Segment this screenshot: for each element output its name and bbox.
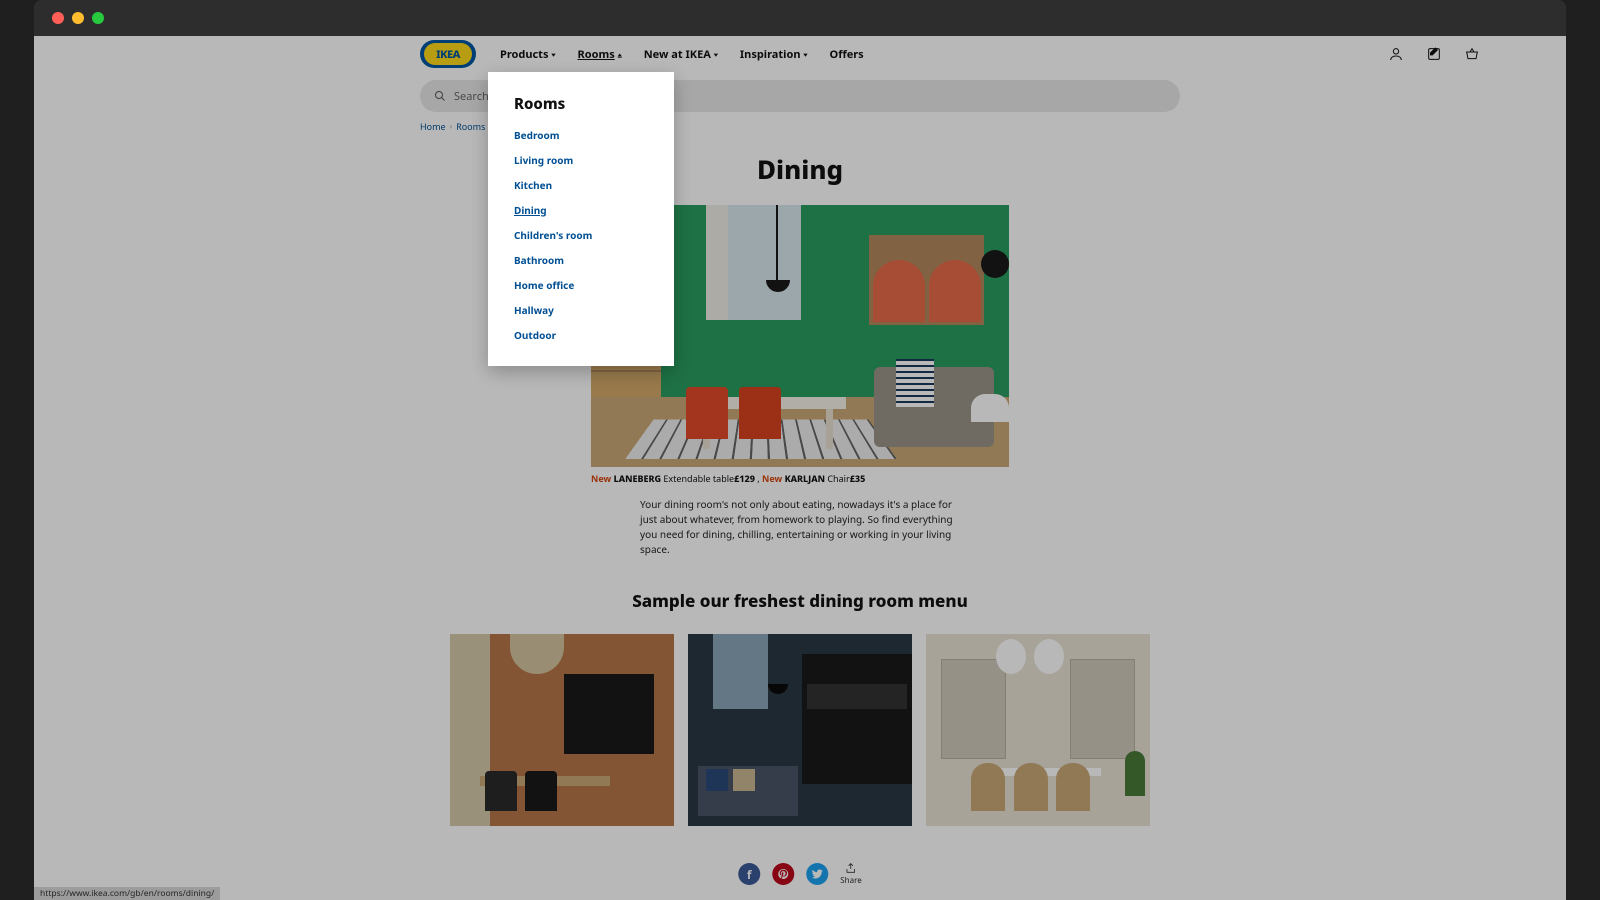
dropdown-item-bedroom[interactable]: Bedroom — [514, 128, 648, 142]
search-icon — [434, 90, 446, 102]
nav-rooms[interactable]: Rooms▴ — [578, 47, 622, 62]
dropdown-item-dining[interactable]: Dining — [514, 203, 648, 217]
main-nav: Products▾ Rooms▴ New at IKEA▾ Inspiratio… — [500, 47, 864, 62]
chevron-down-icon: ▾ — [714, 50, 718, 58]
chevron-right-icon: › — [450, 121, 452, 132]
basket-icon[interactable] — [1464, 46, 1480, 62]
chevron-down-icon: ▾ — [551, 50, 555, 58]
card-grid — [450, 634, 1150, 826]
pinterest-share-button[interactable] — [772, 863, 794, 885]
account-icon[interactable] — [1388, 46, 1404, 62]
room-card[interactable] — [450, 634, 674, 826]
breadcrumb-rooms[interactable]: Rooms — [456, 120, 485, 133]
status-bar-url: https://www.ikea.com/gb/en/rooms/dining/ — [34, 887, 220, 900]
window-minimize-icon[interactable] — [72, 12, 84, 24]
share-bar: f Share — [738, 862, 861, 886]
twitter-share-button[interactable] — [806, 863, 828, 885]
site-header: IKEA Products▾ Rooms▴ New at IKEA▾ Inspi… — [34, 36, 1566, 72]
chevron-up-icon: ▴ — [618, 50, 622, 58]
dropdown-title: Rooms — [514, 94, 648, 114]
room-card[interactable] — [688, 634, 912, 826]
dropdown-list: Bedroom Living room Kitchen Dining Child… — [514, 128, 648, 342]
lead-paragraph: Your dining room's not only about eating… — [640, 497, 960, 557]
window-titlebar — [34, 0, 1566, 36]
room-card[interactable] — [926, 634, 1150, 826]
section-heading: Sample our freshest dining room menu — [34, 589, 1566, 612]
page-viewport: IKEA Products▾ Rooms▴ New at IKEA▾ Inspi… — [34, 36, 1566, 900]
window-close-icon[interactable] — [52, 12, 64, 24]
logo[interactable]: IKEA — [420, 40, 476, 68]
nav-new-at-ikea[interactable]: New at IKEA▾ — [644, 47, 718, 62]
nav-inspiration[interactable]: Inspiration▾ — [740, 47, 808, 62]
dropdown-item-childrens-room[interactable]: Children's room — [514, 228, 648, 242]
window-maximize-icon[interactable] — [92, 12, 104, 24]
dropdown-item-living-room[interactable]: Living room — [514, 153, 648, 167]
logo-text: IKEA — [424, 43, 472, 65]
share-icon — [844, 862, 857, 875]
breadcrumb-home[interactable]: Home — [420, 120, 446, 133]
chevron-down-icon: ▾ — [803, 50, 807, 58]
share-button[interactable]: Share — [840, 862, 861, 886]
facebook-share-button[interactable]: f — [738, 863, 760, 885]
browser-window: IKEA Products▾ Rooms▴ New at IKEA▾ Inspi… — [34, 0, 1566, 900]
nav-offers[interactable]: Offers — [830, 47, 864, 62]
hero-caption: New LANEBERG Extendable table£129 , New … — [591, 472, 1009, 485]
rooms-dropdown: Rooms Bedroom Living room Kitchen Dining… — [488, 72, 674, 366]
dropdown-item-outdoor[interactable]: Outdoor — [514, 328, 648, 342]
dropdown-item-bathroom[interactable]: Bathroom — [514, 253, 648, 267]
edit-icon[interactable] — [1426, 46, 1442, 62]
page-title: Dining — [34, 151, 1566, 187]
dropdown-item-kitchen[interactable]: Kitchen — [514, 178, 648, 192]
dropdown-item-home-office[interactable]: Home office — [514, 278, 648, 292]
nav-products[interactable]: Products▾ — [500, 47, 556, 62]
dropdown-item-hallway[interactable]: Hallway — [514, 303, 648, 317]
